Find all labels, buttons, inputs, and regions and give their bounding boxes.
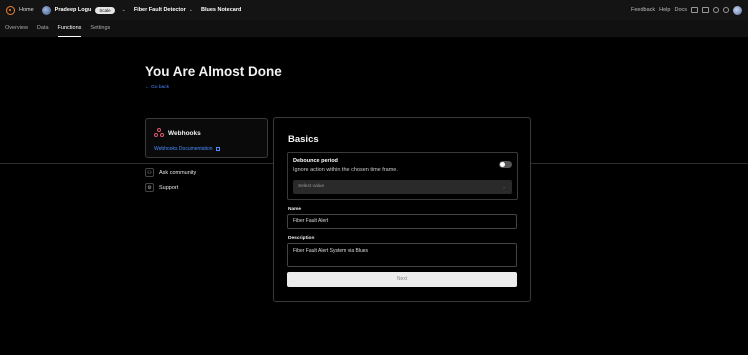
next-button[interactable]: Next	[287, 272, 517, 287]
name-label: Name	[288, 207, 302, 212]
webhooks-documentation-link[interactable]: Webhooks Documentation	[154, 146, 259, 152]
docs-link[interactable]: Docs	[674, 7, 687, 13]
webhooks-header: Webhooks	[154, 128, 259, 138]
webhook-icon	[154, 128, 164, 138]
community-icon: ⚇	[145, 168, 154, 177]
basics-title: Basics	[288, 134, 319, 145]
select-placeholder: Select value	[298, 184, 325, 189]
home-label: Home	[19, 7, 34, 13]
webhooks-title: Webhooks	[168, 129, 201, 137]
external-link-icon	[215, 147, 220, 151]
project-menu[interactable]: Fiber Fault Detector ⌄	[134, 7, 193, 13]
user-menu[interactable]: Pradeep Logu Scale ⌄	[41, 5, 126, 15]
tab-overview[interactable]: Overview	[5, 20, 28, 37]
debounce-label: Debounce period	[293, 158, 338, 164]
chevron-down-icon: ⌄	[188, 7, 193, 13]
notifications-icon[interactable]	[713, 7, 719, 13]
chevron-down-icon: ⌄	[502, 184, 506, 189]
home-link[interactable]: Home	[6, 5, 34, 15]
product-name: Blues Notecard	[200, 7, 242, 13]
support-label: Support	[159, 184, 179, 191]
webhooks-card: Webhooks Webhooks Documentation	[145, 118, 268, 158]
feedback-link[interactable]: Feedback	[631, 7, 655, 13]
project-tabs: Overview Data Functions Settings	[0, 20, 748, 37]
inbox-icon[interactable]	[691, 7, 698, 13]
top-navigation-bar: Home Pradeep Logu Scale ⌄ Fiber Fault De…	[0, 0, 748, 20]
help-link[interactable]: Help	[659, 7, 670, 13]
tab-functions[interactable]: Functions	[57, 20, 81, 37]
debounce-help-text: Ignore action within the chosen time fra…	[293, 167, 398, 173]
header-actions: Feedback Help Docs	[631, 0, 742, 20]
user-avatar	[41, 5, 51, 15]
debounce-section: Debounce period Ignore action within the…	[287, 152, 518, 200]
settings-icon[interactable]	[723, 7, 729, 13]
debounce-toggle[interactable]	[499, 161, 512, 168]
page-title: You Are Almost Done	[145, 64, 282, 79]
plan-badge: Scale	[95, 6, 115, 14]
user-name: Pradeep Logu	[54, 7, 92, 13]
account-avatar[interactable]	[733, 5, 742, 15]
support-icon: ⚙	[145, 183, 154, 192]
chevron-down-icon: ⌄	[121, 7, 126, 13]
name-input[interactable]: Fiber Fault Alert	[287, 214, 517, 229]
app-logo-icon	[6, 5, 15, 15]
ask-community-link[interactable]: ⚇ Ask community	[145, 168, 196, 177]
debounce-value-select[interactable]: Select value ⌄	[293, 180, 512, 194]
tab-settings[interactable]: Settings	[90, 20, 110, 37]
chat-icon[interactable]	[702, 7, 709, 13]
project-name: Fiber Fault Detector	[133, 7, 186, 13]
description-textarea[interactable]: Fiber Fault Alert System via Blues	[287, 243, 517, 267]
webhooks-documentation-label: Webhooks Documentation	[154, 146, 213, 152]
support-link[interactable]: ⚙ Support	[145, 183, 178, 192]
ask-community-label: Ask community	[159, 169, 197, 176]
basics-form-card: Basics Debounce period Ignore action wit…	[273, 117, 531, 302]
product-link[interactable]: Blues Notecard	[201, 7, 241, 13]
description-label: Description	[288, 236, 315, 241]
tab-data[interactable]: Data	[37, 20, 49, 37]
go-back-link[interactable]: ← Go back	[145, 85, 169, 90]
